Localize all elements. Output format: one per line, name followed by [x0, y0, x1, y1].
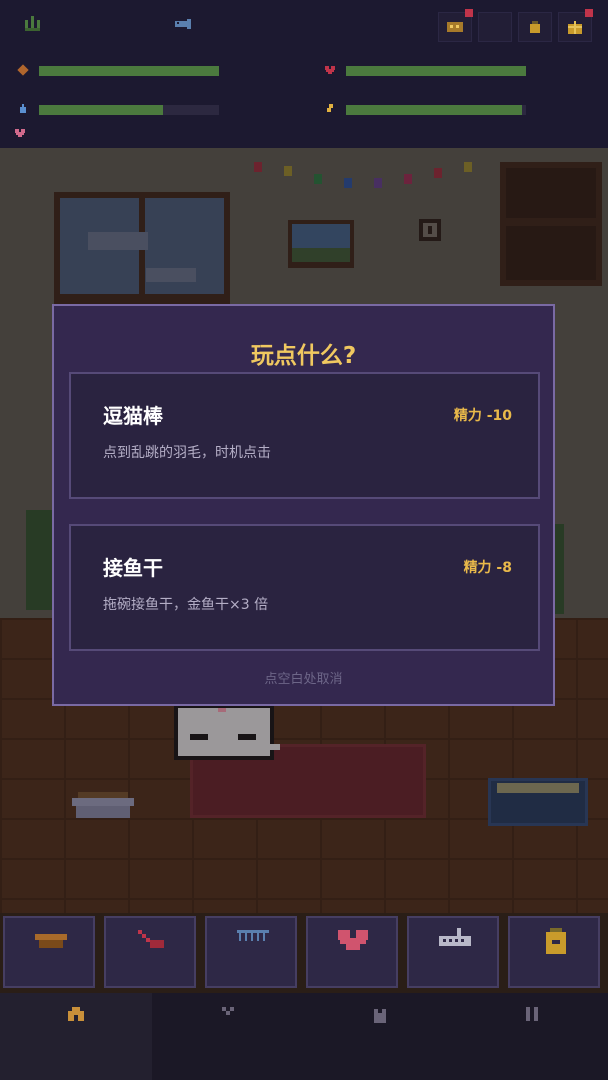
nav-home[interactable] [0, 993, 152, 1080]
cat-icon [374, 1009, 386, 1023]
gift-icon [568, 21, 582, 34]
water-drop-icon [20, 104, 26, 113]
potion-icon [530, 21, 540, 33]
food-icon [17, 64, 29, 76]
pet-button[interactable] [306, 916, 398, 988]
energy-cost: 精力 -10 [453, 408, 512, 424]
feed-button[interactable] [3, 916, 95, 988]
jar-icon [546, 928, 566, 954]
option-name: 逗猫棒 [103, 404, 163, 428]
pause-icon [526, 1007, 538, 1021]
nav-pause[interactable] [456, 993, 608, 1080]
option-catch-fish[interactable]: 接鱼干 精力 -8 拖碗接鱼干，金鱼干×3 倍 [69, 524, 540, 651]
nav-cat[interactable] [304, 993, 456, 1080]
food-bowl-icon [35, 934, 67, 948]
play-button[interactable] [407, 916, 499, 988]
energy-cost: 精力 -8 [463, 560, 512, 576]
gift-button[interactable] [558, 9, 593, 42]
food-bar [39, 66, 219, 76]
home-icon [68, 1007, 84, 1021]
coin-chest-button[interactable] [438, 9, 473, 42]
notification-dot [465, 9, 473, 17]
comb-icon [237, 930, 269, 941]
option-description: 拖碗接鱼干，金鱼干×3 倍 [103, 597, 269, 613]
option-description: 点到乱跳的羽毛，时机点击 [103, 445, 271, 461]
groom-button[interactable] [205, 916, 297, 988]
coin-chest-icon [447, 22, 463, 32]
keyboard-toy-icon [439, 928, 471, 946]
nav-expand[interactable] [152, 993, 304, 1080]
broom-icon [138, 930, 164, 948]
heart-icon [338, 930, 368, 950]
potion-button[interactable] [518, 12, 552, 42]
option-name: 接鱼干 [103, 556, 163, 580]
chevron-down-icon [222, 1007, 234, 1015]
energy-bar [346, 105, 526, 115]
energy-icon [327, 104, 333, 112]
grass-icon [25, 16, 40, 31]
action-toolbar [0, 913, 608, 993]
option-teaser-wand[interactable]: 逗猫棒 精力 -10 点到乱跳的羽毛，时机点击 [69, 372, 540, 499]
clean-button[interactable] [104, 916, 196, 988]
cancel-hint[interactable]: 点空白处取消 [54, 668, 553, 687]
play-menu-dialog: 玩点什么? 逗猫棒 精力 -10 点到乱跳的羽毛，时机点击 接鱼干 精力 -8 … [52, 304, 555, 706]
bottom-navigation [0, 993, 608, 1080]
notification-dot [585, 9, 593, 17]
water-bar [39, 105, 219, 115]
pink-heart-icon [15, 129, 25, 137]
empty-slot-button[interactable] [478, 12, 512, 42]
love-bar [346, 66, 526, 76]
dialog-title: 玩点什么? [250, 343, 357, 369]
status-header [0, 0, 608, 148]
storage-button[interactable] [508, 916, 600, 988]
heart-icon [325, 66, 335, 74]
fish-icon [175, 19, 191, 29]
